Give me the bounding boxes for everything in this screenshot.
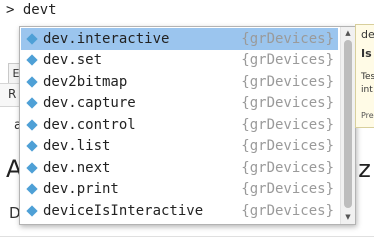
function-diamond-icon: [26, 97, 38, 109]
help-function-name: de: [361, 28, 374, 41]
completion-item[interactable]: dev2bitmap {grDevices}: [21, 71, 338, 93]
completion-package: {grDevices}: [241, 138, 334, 155]
help-tooltip: de Is Tes int Pre: [355, 24, 374, 128]
help-description-line: Tes: [361, 72, 374, 82]
function-diamond-icon: [26, 76, 38, 88]
function-diamond-icon: [26, 162, 38, 174]
console-input-text: devt: [22, 2, 57, 18]
completion-name: dev.list: [43, 138, 111, 155]
help-title: Is: [361, 47, 372, 60]
autocomplete-popup[interactable]: dev.interactive {grDevices} dev.set {grD…: [19, 26, 356, 225]
completion-name: dev2bitmap: [43, 73, 128, 90]
pane-divider: [0, 236, 374, 237]
function-diamond-icon: [26, 33, 38, 45]
completion-list[interactable]: dev.interactive {grDevices} dev.set {grD…: [21, 28, 338, 222]
function-diamond-icon: [26, 54, 38, 66]
function-diamond-icon: [26, 119, 38, 131]
completion-item[interactable]: dev.control {grDevices}: [21, 114, 338, 136]
completion-item[interactable]: dev.print {grDevices}: [21, 179, 338, 201]
scroll-up-arrow-icon[interactable]: ▲: [341, 28, 355, 38]
completion-scrollbar[interactable]: ▲ ▼: [340, 27, 355, 224]
completion-item[interactable]: dev.capture {grDevices}: [21, 93, 338, 115]
completion-name: dev.interactive: [43, 30, 170, 47]
completion-name: dev.capture: [43, 95, 136, 112]
completion-item[interactable]: dev.next {grDevices}: [21, 157, 338, 179]
completion-name: dev.control: [43, 116, 136, 133]
completion-item[interactable]: deviceIsInteractive {grDevices}: [21, 200, 338, 222]
function-diamond-icon: [26, 205, 38, 217]
completion-package: {grDevices}: [241, 73, 334, 90]
completion-item[interactable]: dev.set {grDevices}: [21, 50, 338, 72]
completion-item[interactable]: dev.list {grDevices}: [21, 136, 338, 158]
completion-package: {grDevices}: [241, 52, 334, 69]
editor-row-label: R: [8, 87, 17, 101]
completion-package: {grDevices}: [241, 159, 334, 176]
function-diamond-icon: [26, 140, 38, 152]
console-prompt: >: [6, 2, 15, 18]
completion-name: dev.print: [43, 181, 119, 198]
completion-package: {grDevices}: [241, 202, 334, 219]
function-diamond-icon: [26, 183, 38, 195]
help-footer-hint: Pre: [361, 111, 374, 120]
completion-item[interactable]: dev.interactive {grDevices}: [21, 28, 338, 50]
help-description-line: int: [361, 85, 373, 95]
completion-package: {grDevices}: [241, 116, 334, 133]
completion-package: {grDevices}: [241, 181, 334, 198]
completion-name: deviceIsInteractive: [43, 202, 204, 219]
scrollbar-thumb[interactable]: [344, 40, 352, 208]
scroll-down-arrow-icon[interactable]: ▼: [341, 212, 355, 222]
completion-package: {grDevices}: [241, 30, 334, 47]
completion-name: dev.next: [43, 159, 111, 176]
console-input-line[interactable]: > devt: [6, 2, 57, 18]
completion-name: dev.set: [43, 52, 103, 69]
completion-package: {grDevices}: [241, 95, 334, 112]
